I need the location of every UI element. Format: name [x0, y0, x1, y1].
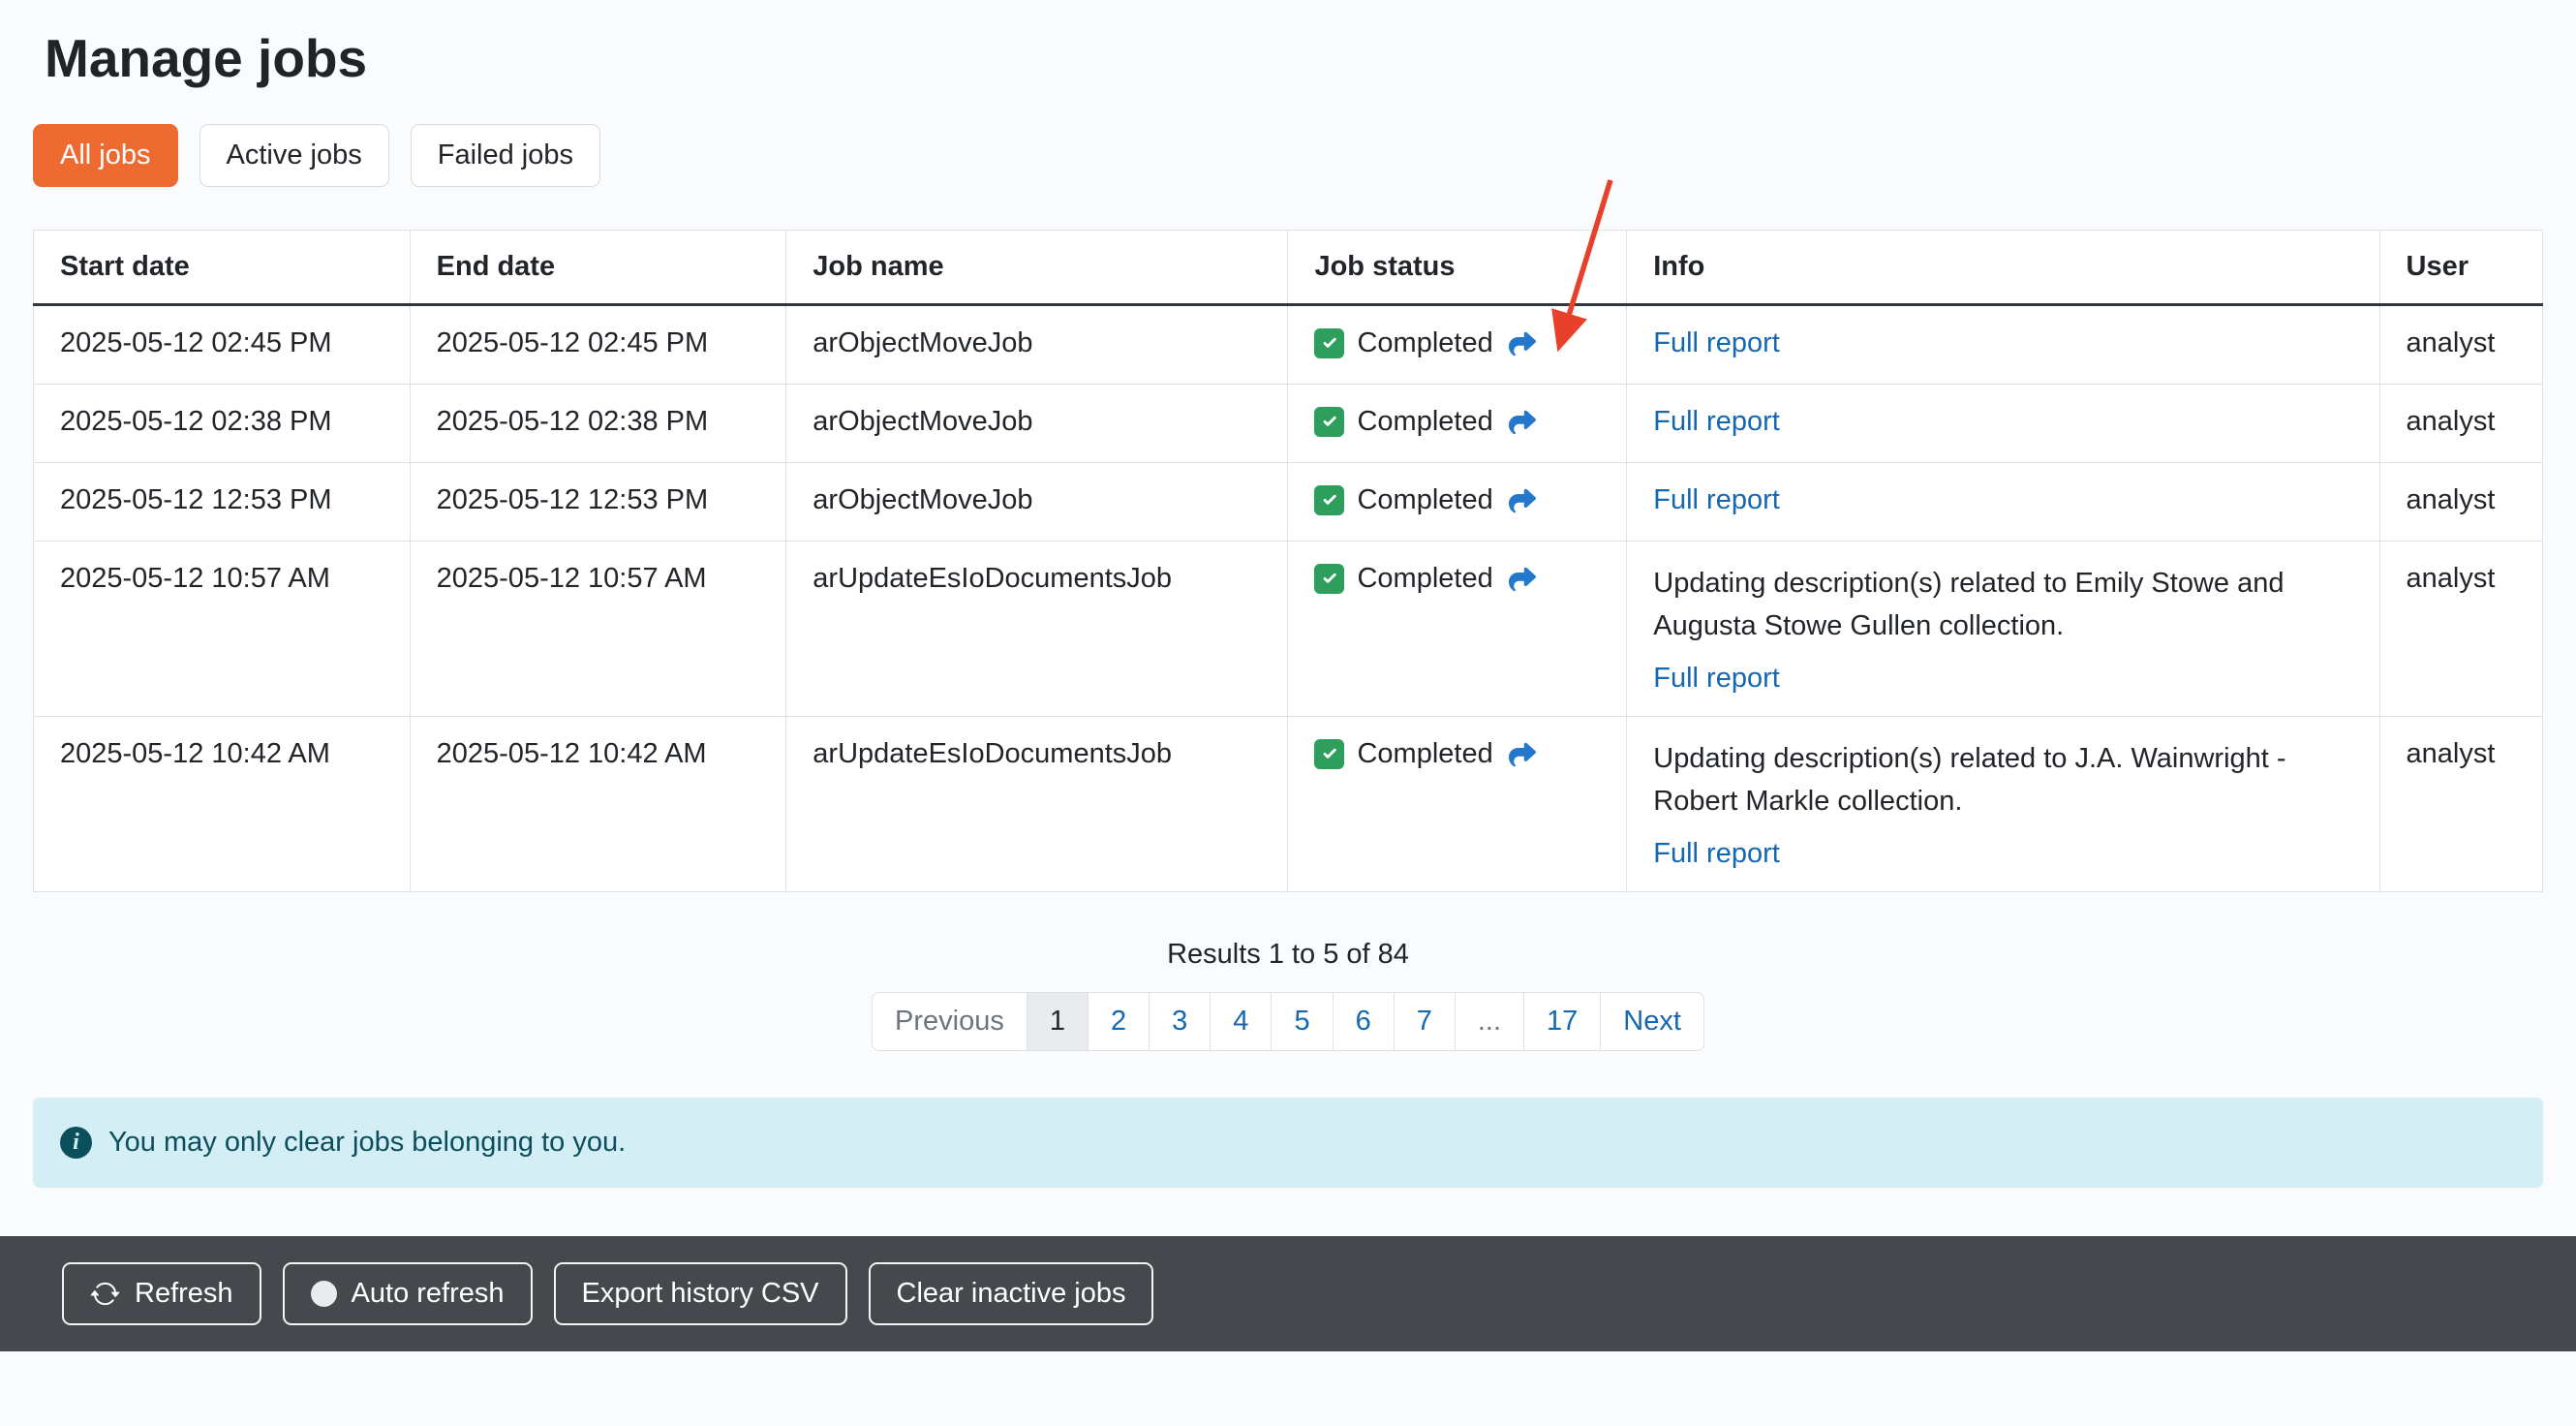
status-label: Completed — [1357, 484, 1492, 516]
cell-user: analyst — [2379, 717, 2542, 892]
cell-start-date: 2025-05-12 10:42 AM — [34, 717, 411, 892]
cell-start-date: 2025-05-12 02:45 PM — [34, 305, 411, 385]
cell-job-status: Completed — [1288, 542, 1627, 717]
cell-job-name: arObjectMoveJob — [786, 385, 1288, 463]
table-row: 2025-05-12 10:57 AM 2025-05-12 10:57 AM … — [34, 542, 2543, 717]
table-header-row: Start date End date Job name Job status … — [34, 231, 2543, 305]
column-header-info: Info — [1627, 231, 2379, 305]
footer-toolbar: Refresh Auto refresh Export history CSV … — [0, 1236, 2576, 1351]
cell-job-status: Completed — [1288, 385, 1627, 463]
pagination-previous[interactable]: Previous — [872, 992, 1027, 1051]
jobs-table: Start date End date Job name Job status … — [33, 230, 2543, 892]
check-square-icon — [1314, 739, 1344, 769]
cell-job-name: arObjectMoveJob — [786, 305, 1288, 385]
pagination-page-3[interactable]: 3 — [1149, 992, 1211, 1051]
cell-info: Full report — [1627, 385, 2379, 463]
status-label: Completed — [1357, 563, 1492, 595]
cell-job-name: arUpdateEsIoDocumentsJob — [786, 542, 1288, 717]
info-alert: You may only clear jobs belonging to you… — [33, 1098, 2543, 1188]
column-header-end-date: End date — [410, 231, 786, 305]
export-history-csv-button[interactable]: Export history CSV — [554, 1262, 847, 1325]
auto-refresh-label: Auto refresh — [352, 1278, 505, 1310]
pagination-ellipsis: ... — [1455, 992, 1524, 1051]
cell-end-date: 2025-05-12 10:42 AM — [410, 717, 786, 892]
cell-end-date: 2025-05-12 12:53 PM — [410, 463, 786, 542]
pagination-page-17[interactable]: 17 — [1523, 992, 1601, 1051]
pagination-page-2[interactable]: 2 — [1088, 992, 1150, 1051]
column-header-job-name: Job name — [786, 231, 1288, 305]
info-circle-icon — [60, 1127, 92, 1159]
cell-job-status: Completed — [1288, 463, 1627, 542]
table-row: 2025-05-12 10:42 AM 2025-05-12 10:42 AM … — [34, 717, 2543, 892]
cell-user: analyst — [2379, 305, 2542, 385]
auto-refresh-button[interactable]: Auto refresh — [283, 1262, 533, 1325]
cell-info: Updating description(s) related to J.A. … — [1627, 717, 2379, 892]
share-arrow-icon[interactable] — [1506, 330, 1539, 357]
record-circle-icon — [311, 1281, 337, 1307]
status-label: Completed — [1357, 738, 1492, 770]
full-report-link[interactable]: Full report — [1653, 406, 1780, 437]
cell-info: Updating description(s) related to Emily… — [1627, 542, 2379, 717]
pagination-page-5[interactable]: 5 — [1271, 992, 1333, 1051]
share-arrow-icon[interactable] — [1506, 566, 1539, 593]
cell-start-date: 2025-05-12 12:53 PM — [34, 463, 411, 542]
full-report-link[interactable]: Full report — [1653, 484, 1780, 515]
column-header-start-date: Start date — [34, 231, 411, 305]
table-row: 2025-05-12 02:38 PM 2025-05-12 02:38 PM … — [34, 385, 2543, 463]
full-report-link[interactable]: Full report — [1653, 838, 1780, 869]
filter-failed-jobs-button[interactable]: Failed jobs — [411, 124, 600, 187]
cell-user: analyst — [2379, 542, 2542, 717]
column-header-job-status: Job status — [1288, 231, 1627, 305]
share-arrow-icon[interactable] — [1506, 741, 1539, 768]
pagination-page-6[interactable]: 6 — [1333, 992, 1395, 1051]
main-content: Manage jobs All jobs Active jobs Failed … — [0, 27, 2576, 1051]
share-arrow-icon[interactable] — [1506, 409, 1539, 436]
pagination-page-7[interactable]: 7 — [1394, 992, 1456, 1051]
cell-info: Full report — [1627, 463, 2379, 542]
pagination: Previous 1 2 3 4 5 6 7 ... 17 Next — [33, 992, 2543, 1051]
refresh-label: Refresh — [135, 1278, 233, 1310]
refresh-button[interactable]: Refresh — [62, 1262, 261, 1325]
cell-job-name: arObjectMoveJob — [786, 463, 1288, 542]
results-summary: Results 1 to 5 of 84 — [33, 939, 2543, 971]
table-row: 2025-05-12 12:53 PM 2025-05-12 12:53 PM … — [34, 463, 2543, 542]
clear-inactive-jobs-button[interactable]: Clear inactive jobs — [869, 1262, 1154, 1325]
check-square-icon — [1314, 407, 1344, 437]
cell-job-status: Completed — [1288, 305, 1627, 385]
cell-job-status: Completed — [1288, 717, 1627, 892]
column-header-user: User — [2379, 231, 2542, 305]
cell-job-name: arUpdateEsIoDocumentsJob — [786, 717, 1288, 892]
cell-info: Full report — [1627, 305, 2379, 385]
cell-user: analyst — [2379, 463, 2542, 542]
cell-end-date: 2025-05-12 10:57 AM — [410, 542, 786, 717]
job-filter-buttons: All jobs Active jobs Failed jobs — [33, 124, 2543, 187]
alert-text: You may only clear jobs belonging to you… — [108, 1127, 626, 1159]
cell-user: analyst — [2379, 385, 2542, 463]
status-label: Completed — [1357, 406, 1492, 438]
page-title: Manage jobs — [45, 27, 2543, 89]
filter-all-jobs-button[interactable]: All jobs — [33, 124, 178, 187]
cell-start-date: 2025-05-12 02:38 PM — [34, 385, 411, 463]
export-history-csv-label: Export history CSV — [582, 1278, 819, 1310]
check-square-icon — [1314, 564, 1344, 594]
table-row: 2025-05-12 02:45 PM 2025-05-12 02:45 PM … — [34, 305, 2543, 385]
pagination-page-4[interactable]: 4 — [1210, 992, 1272, 1051]
check-square-icon — [1314, 328, 1344, 358]
info-description: Updating description(s) related to Emily… — [1653, 563, 2352, 647]
status-label: Completed — [1357, 327, 1492, 359]
info-description: Updating description(s) related to J.A. … — [1653, 738, 2352, 822]
refresh-icon — [90, 1279, 120, 1309]
pagination-page-1[interactable]: 1 — [1027, 992, 1089, 1051]
cell-start-date: 2025-05-12 10:57 AM — [34, 542, 411, 717]
full-report-link[interactable]: Full report — [1653, 327, 1780, 358]
pagination-next[interactable]: Next — [1600, 992, 1704, 1051]
share-arrow-icon[interactable] — [1506, 487, 1539, 514]
check-square-icon — [1314, 485, 1344, 515]
cell-end-date: 2025-05-12 02:45 PM — [410, 305, 786, 385]
clear-inactive-jobs-label: Clear inactive jobs — [897, 1278, 1126, 1310]
full-report-link[interactable]: Full report — [1653, 663, 1780, 694]
cell-end-date: 2025-05-12 02:38 PM — [410, 385, 786, 463]
filter-active-jobs-button[interactable]: Active jobs — [199, 124, 389, 187]
